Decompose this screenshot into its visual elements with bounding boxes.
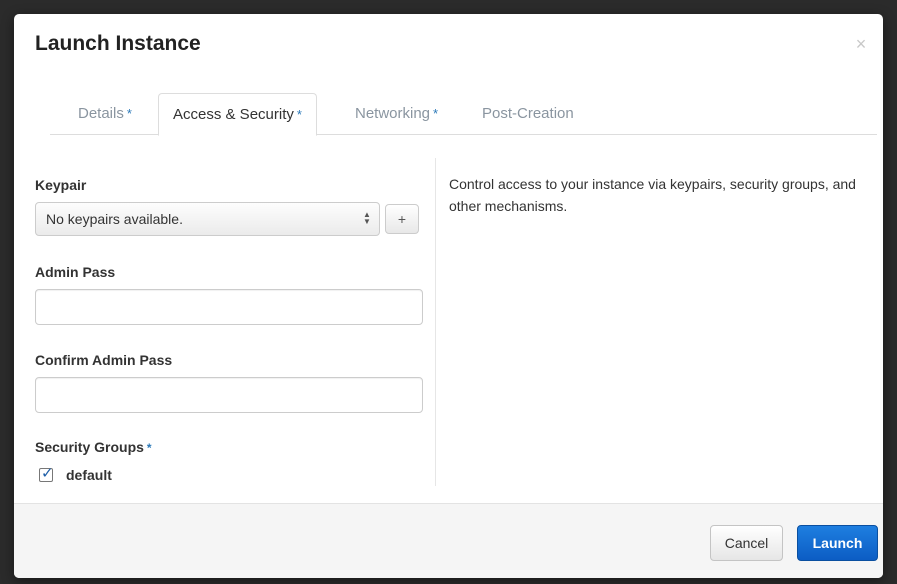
close-icon[interactable]: × <box>851 34 871 54</box>
tab-access-security-label: Access & Security <box>173 106 294 123</box>
security-groups-label: Security Groups * <box>35 439 152 455</box>
launch-instance-modal: Launch Instance × Details * Access & Secu… <box>14 14 883 578</box>
modal-header: Launch Instance × <box>14 14 883 80</box>
tab-networking[interactable]: Networking * <box>341 93 452 135</box>
cancel-button[interactable]: Cancel <box>710 525 783 561</box>
tab-bar: Details * Access & Security * Networking * … <box>50 93 877 136</box>
add-keypair-button[interactable]: + <box>385 204 419 234</box>
column-divider <box>435 158 436 486</box>
modal-title: Launch Instance <box>35 32 201 55</box>
keypair-select[interactable]: No keypairs available. ▲ ▼ <box>35 202 380 236</box>
tab-access-security[interactable]: Access & Security * <box>158 93 317 136</box>
tab-networking-label: Networking <box>355 105 431 122</box>
checkmark-icon: ✓ <box>41 465 54 482</box>
security-group-default-checkbox[interactable]: ✓ <box>39 465 54 482</box>
admin-pass-label: Admin Pass <box>35 264 116 280</box>
tab-post-creation-label: Post-Creation <box>482 105 574 122</box>
security-group-default-label: default <box>66 467 112 483</box>
keypair-select-value: No keypairs available. <box>46 211 183 227</box>
tab-post-creation[interactable]: Post-Creation <box>468 93 588 135</box>
select-arrows-icon: ▲ ▼ <box>363 210 371 226</box>
required-marker: * <box>126 106 132 121</box>
access-security-form: Keypair No keypairs available. ▲ ▼ + Admi… <box>35 154 423 494</box>
help-text: Control access to your instance via keyp… <box>449 176 856 214</box>
modal-footer: Cancel Launch <box>14 503 883 578</box>
confirm-admin-pass-input[interactable] <box>35 377 423 413</box>
required-marker: * <box>146 441 152 455</box>
admin-pass-input[interactable] <box>35 289 423 325</box>
security-groups-label-text: Security Groups <box>35 439 144 455</box>
required-marker: * <box>296 107 302 122</box>
tab-details-label: Details <box>78 105 124 122</box>
confirm-admin-pass-label: Confirm Admin Pass <box>35 352 173 368</box>
launch-button[interactable]: Launch <box>797 525 878 561</box>
required-marker: * <box>433 106 439 121</box>
tab-details[interactable]: Details * <box>64 93 146 135</box>
keypair-label: Keypair <box>35 177 87 193</box>
